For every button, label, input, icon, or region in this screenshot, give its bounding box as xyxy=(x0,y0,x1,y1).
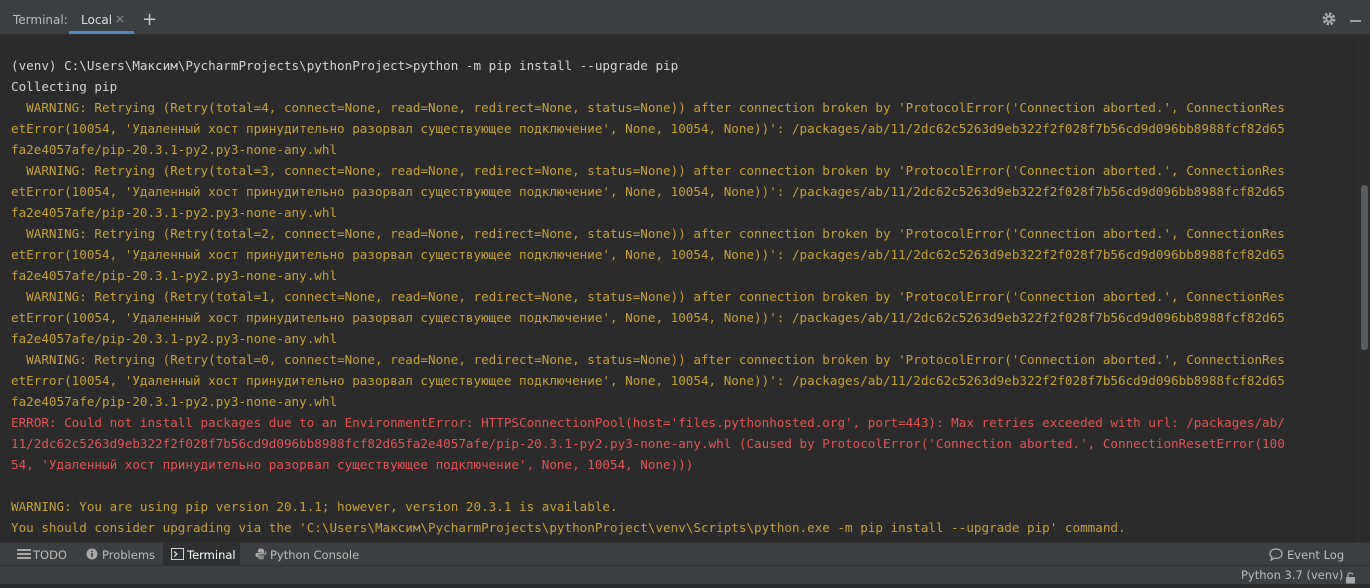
terminal-line: Collecting pip xyxy=(11,79,118,94)
scrollbar-thumb[interactable] xyxy=(1361,185,1368,350)
terminal-line: WARNING: Retrying (Retry(total=0, connec… xyxy=(11,352,1285,367)
terminal-line: WARNING: Retrying (Retry(total=2, connec… xyxy=(11,226,1285,241)
terminal-line: (venv) C:\Users\Максим\PycharmProjects\p… xyxy=(11,58,679,73)
todo-tool-button[interactable]: TODO xyxy=(10,543,72,566)
python-console-tool-button[interactable]: Python Console xyxy=(248,543,360,566)
terminal-line: fa2e4057afe/pip-20.3.1-py2.py3-none-any.… xyxy=(11,268,338,283)
terminal-line: WARNING: Retrying (Retry(total=4, connec… xyxy=(11,100,1285,115)
event-log-label: Event Log xyxy=(1287,548,1345,562)
tool-window-bar: TODO Problems Terminal Python Console Ev… xyxy=(0,542,1370,566)
terminal-line: ERROR: Could not install packages due to… xyxy=(11,415,1285,430)
terminal-line: WARNING: Retrying (Retry(total=1, connec… xyxy=(11,289,1285,304)
window-top-strip xyxy=(0,0,1370,8)
terminal-line: etError(10054, 'Удаленный хост принудите… xyxy=(11,184,1285,199)
speech-bubble-icon xyxy=(1269,548,1283,561)
info-icon xyxy=(86,548,98,560)
terminal-line: etError(10054, 'Удаленный хост принудите… xyxy=(11,310,1285,325)
new-session-button[interactable]: + xyxy=(142,9,157,31)
terminal-line: WARNING: You are using pip version 20.1.… xyxy=(11,499,618,514)
terminal-line: You should consider upgrading via the 'C… xyxy=(11,520,1126,535)
terminal-output[interactable]: (venv) C:\Users\Максим\PycharmProjects\p… xyxy=(0,35,1358,542)
terminal-line: 54, 'Удаленный хост принудительно разорв… xyxy=(11,457,694,472)
terminal-title: Terminal: xyxy=(13,13,68,27)
terminal-line: 11/2dc62c5263d9eb322f2f028f7b56cd9d096bb… xyxy=(11,436,1285,451)
tab-local-label: Local xyxy=(81,13,113,27)
todo-label: TODO xyxy=(33,548,67,562)
interpreter-selector[interactable]: Python 3.7 (venv) xyxy=(1241,568,1343,582)
gear-icon[interactable] xyxy=(1321,11,1337,29)
terminal-icon xyxy=(171,548,184,560)
lock-icon[interactable] xyxy=(1345,569,1356,588)
terminal-tab-bar: Terminal: Local × + xyxy=(0,8,1370,35)
terminal-line: fa2e4057afe/pip-20.3.1-py2.py3-none-any.… xyxy=(11,205,338,220)
terminal-line: fa2e4057afe/pip-20.3.1-py2.py3-none-any.… xyxy=(11,142,338,157)
problems-label: Problems xyxy=(102,548,156,562)
terminal-tool-button[interactable]: Terminal xyxy=(163,543,240,566)
status-bar: Python 3.7 (venv) xyxy=(0,565,1370,584)
close-icon[interactable]: × xyxy=(115,12,125,26)
terminal-line: etError(10054, 'Удаленный хост принудите… xyxy=(11,121,1285,136)
terminal-line: etError(10054, 'Удаленный хост принудите… xyxy=(11,373,1285,388)
terminal-text: (venv) C:\Users\Максим\PycharmProjects\p… xyxy=(11,55,1285,538)
hide-panel-button[interactable] xyxy=(1350,20,1361,22)
tab-local[interactable]: Local × xyxy=(69,8,134,34)
terminal-line: fa2e4057afe/pip-20.3.1-py2.py3-none-any.… xyxy=(11,394,338,409)
python-icon xyxy=(255,548,267,560)
problems-tool-button[interactable]: Problems xyxy=(80,543,158,566)
list-icon xyxy=(17,549,31,559)
terminal-label: Terminal xyxy=(187,548,236,562)
python-console-label: Python Console xyxy=(270,548,360,562)
terminal-line: WARNING: Retrying (Retry(total=3, connec… xyxy=(11,163,1285,178)
terminal-line: etError(10054, 'Удаленный хост принудите… xyxy=(11,247,1285,262)
event-log-tool-button[interactable]: Event Log xyxy=(1263,543,1345,566)
terminal-line: fa2e4057afe/pip-20.3.1-py2.py3-none-any.… xyxy=(11,331,338,346)
